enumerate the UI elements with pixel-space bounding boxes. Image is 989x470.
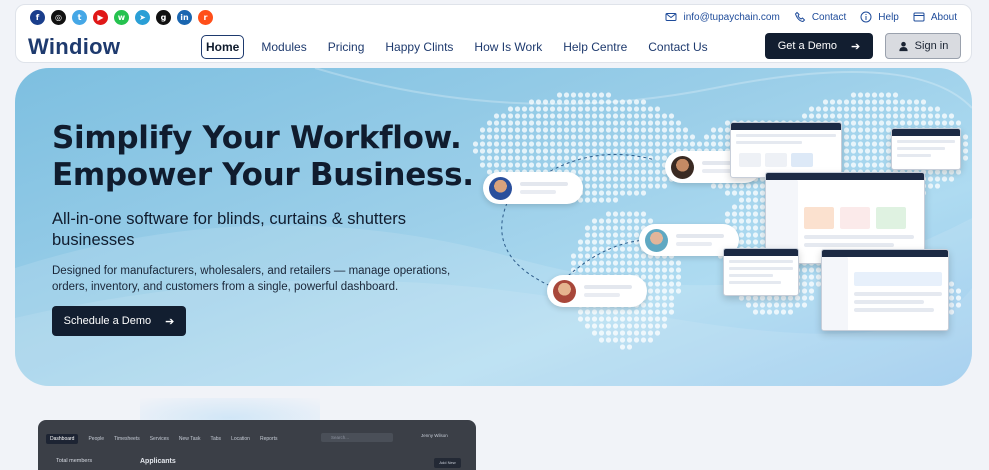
person-bubble — [483, 172, 583, 204]
reddit-icon[interactable]: r — [198, 10, 213, 25]
arrow-right-icon: ➔ — [851, 40, 861, 53]
linkedin-icon[interactable]: in — [177, 10, 192, 25]
nav-item-pricing[interactable]: Pricing — [324, 36, 369, 58]
dashboard-side-item[interactable]: Total members — [56, 458, 92, 464]
dashboard-add-button[interactable]: Add New — [434, 458, 461, 468]
app-screenshot — [821, 249, 949, 331]
app-screenshot — [730, 122, 842, 178]
twitter-icon[interactable]: t — [72, 10, 87, 25]
nav-item-how-is-work[interactable]: How Is Work — [470, 36, 546, 58]
dashboard-tab-tabs[interactable]: Tabs — [211, 436, 222, 442]
dashboard-preview: Dashboard People Timesheets Services New Tas… — [38, 420, 476, 470]
dashboard-heading: Applicants — [140, 458, 176, 465]
top-links: info@tupaychain.com Contact Help About — [665, 11, 957, 23]
card-icon — [913, 12, 925, 22]
app-screenshot — [723, 248, 799, 296]
dashboard-tab-dashboard[interactable]: Dashboard — [46, 434, 79, 444]
avatar — [645, 228, 668, 252]
dashboard-tab-new-task[interactable]: New Task — [179, 436, 201, 442]
email-link[interactable]: info@tupaychain.com — [665, 11, 780, 23]
dashboard-tabs: Dashboard People Timesheets Services New Tas… — [46, 434, 277, 444]
dashboard-tab-timesheets[interactable]: Timesheets — [114, 436, 140, 442]
help-text: Help — [878, 11, 899, 23]
main-nav: Home Modules Pricing Happy Clints How Is Wor… — [201, 35, 725, 59]
nav-item-home[interactable]: Home — [201, 35, 245, 59]
github-icon[interactable]: g — [156, 10, 171, 25]
facebook-icon[interactable]: f — [30, 10, 45, 25]
brand-logo[interactable]: Windiow — [28, 34, 120, 60]
dashboard-user-menu[interactable]: Jenny Wilson — [421, 433, 448, 438]
nav-item-modules[interactable]: Modules — [257, 36, 310, 58]
info-icon — [860, 11, 872, 23]
help-link[interactable]: Help — [860, 11, 899, 23]
whatsapp-icon[interactable]: w — [114, 10, 129, 25]
hero-section: Simplify Your Workflow. Empower Your Bus… — [15, 68, 972, 386]
user-icon — [899, 41, 908, 51]
nav-item-contact-us[interactable]: Contact Us — [644, 36, 711, 58]
contact-link[interactable]: Contact — [794, 11, 846, 23]
person-bubble — [547, 275, 647, 307]
telegram-icon[interactable]: ➤ — [135, 10, 150, 25]
contact-text: Contact — [811, 11, 847, 23]
top-bar: f ◎ t ▶ w ➤ g in r info@tupaychain.com Contact H… — [16, 5, 971, 29]
get-demo-label: Get a Demo — [777, 40, 838, 52]
dashboard-tab-people[interactable]: People — [88, 436, 104, 442]
avatar — [671, 155, 694, 179]
nav-item-help-centre[interactable]: Help Centre — [559, 36, 631, 58]
mail-icon — [665, 13, 677, 21]
social-links: f ◎ t ▶ w ➤ g in r — [30, 10, 213, 25]
youtube-icon[interactable]: ▶ — [93, 10, 108, 25]
nav-item-happy-clints[interactable]: Happy Clints — [381, 36, 457, 58]
avatar — [553, 279, 576, 303]
about-link[interactable]: About — [913, 11, 957, 23]
sign-in-button[interactable]: Sign in — [885, 33, 961, 59]
sign-in-label: Sign in — [914, 40, 949, 52]
dashboard-tab-location[interactable]: Location — [231, 436, 250, 442]
email-text: info@tupaychain.com — [683, 11, 780, 23]
dashboard-search-input[interactable]: Search... — [321, 433, 393, 442]
get-demo-button[interactable]: Get a Demo ➔ — [765, 33, 873, 59]
phone-icon — [794, 11, 806, 23]
avatar — [489, 176, 512, 200]
instagram-icon[interactable]: ◎ — [51, 10, 66, 25]
app-screenshot — [891, 128, 961, 170]
site-header: f ◎ t ▶ w ➤ g in r info@tupaychain.com Contact H… — [15, 4, 972, 63]
dashboard-tab-services[interactable]: Services — [150, 436, 169, 442]
dashboard-tab-reports[interactable]: Reports — [260, 436, 278, 442]
page: f ◎ t ▶ w ➤ g in r info@tupaychain.com Contact H… — [0, 0, 989, 470]
about-text: About — [930, 11, 957, 23]
